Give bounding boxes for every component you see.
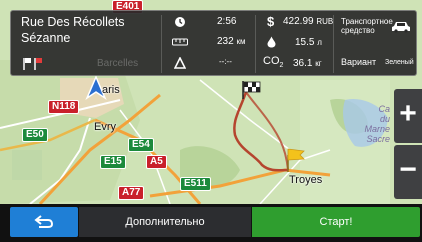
variant-value: Зеленый bbox=[385, 59, 414, 66]
back-button[interactable] bbox=[10, 207, 78, 237]
waypoint-flags-icon bbox=[23, 58, 42, 70]
arrival-time: --:-- bbox=[219, 57, 232, 66]
route-info-panel[interactable]: Rue Des Récollets Sézanne Barcelles 2:56… bbox=[10, 10, 417, 76]
trip-cost-value: 422.99 bbox=[283, 16, 314, 27]
trip-distance-value: 232 bbox=[217, 36, 234, 47]
road-shield-e15: E15 bbox=[100, 155, 126, 169]
back-arrow-icon bbox=[34, 215, 54, 228]
fuel-consumption: 15.5 л bbox=[295, 37, 322, 48]
road-shield-e50: E50 bbox=[22, 128, 48, 142]
co2-label: CO2 bbox=[263, 55, 284, 70]
road-shield-e511: E511 bbox=[180, 177, 211, 191]
trip-time: 2:56 bbox=[217, 16, 237, 27]
zoom-in-button[interactable]: + bbox=[394, 89, 422, 143]
road-shield-a77: A77 bbox=[118, 186, 145, 200]
bottom-action-bar: Дополнительно Старт! bbox=[0, 204, 422, 242]
destination-flag-icon bbox=[287, 148, 305, 161]
panel-divider bbox=[255, 15, 256, 73]
checkered-flag-icon bbox=[242, 81, 261, 99]
panel-divider bbox=[333, 15, 334, 73]
trip-cost: 422.99 RUB bbox=[283, 16, 333, 27]
road-shield-n118: N118 bbox=[48, 100, 80, 114]
currency-icon: $ bbox=[267, 14, 275, 29]
car-icon[interactable] bbox=[391, 21, 411, 33]
fuel-unit: л bbox=[317, 38, 322, 47]
co2-value: 36.1 bbox=[293, 58, 313, 69]
variant-label: Вариант bbox=[341, 57, 377, 67]
trip-cost-currency: RUB bbox=[316, 17, 334, 26]
city-label-evry: Evry bbox=[94, 121, 116, 133]
city-label-paris: aris bbox=[102, 84, 120, 96]
destination-city: Sézanne bbox=[21, 31, 71, 45]
co2-emission: 36.1 кг bbox=[293, 58, 322, 69]
road-shield-a5: A5 bbox=[146, 155, 167, 169]
map-area-label-right: Ca du Marne Sacre bbox=[364, 104, 390, 144]
zoom-out-button[interactable]: − bbox=[394, 145, 422, 199]
distance-icon bbox=[172, 38, 188, 46]
destination-street: Rue Des Récollets bbox=[21, 15, 125, 29]
trip-distance-unit: км bbox=[236, 37, 246, 46]
road-shield-e54: E54 bbox=[128, 138, 154, 152]
co2-unit: кг bbox=[315, 59, 322, 68]
fuel-drop-icon bbox=[267, 36, 276, 48]
trip-distance: 232 км bbox=[217, 36, 245, 47]
more-options-button[interactable]: Дополнительно bbox=[79, 207, 251, 237]
fuel-value: 15.5 bbox=[295, 37, 315, 48]
faded-label: Barcelles bbox=[97, 58, 139, 69]
panel-divider bbox=[161, 15, 162, 73]
clock-icon bbox=[175, 17, 185, 27]
arrival-icon bbox=[174, 57, 186, 69]
city-label-troyes: Troyes bbox=[289, 174, 323, 186]
vehicle-type-label: Транспортное средство bbox=[341, 17, 393, 35]
start-navigation-button[interactable]: Старт! bbox=[252, 207, 420, 237]
